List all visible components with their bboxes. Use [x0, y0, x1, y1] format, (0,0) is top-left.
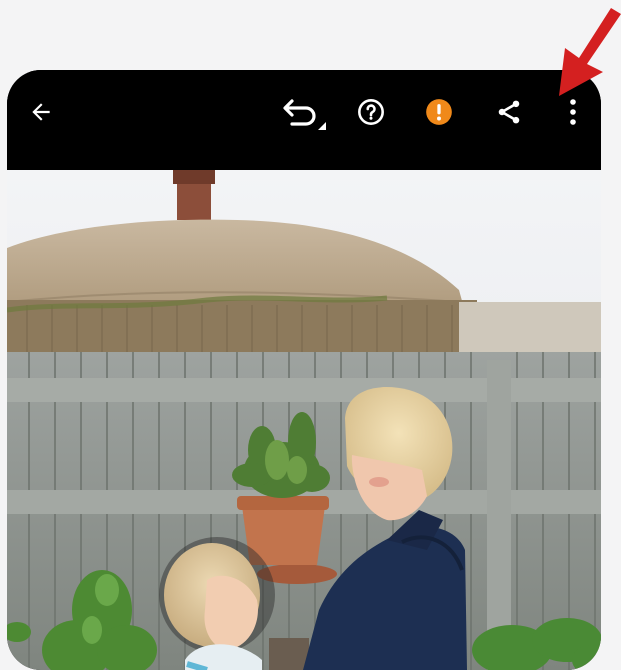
- undo-icon: [283, 99, 326, 130]
- warning-button[interactable]: [419, 92, 459, 132]
- warning-icon: [426, 99, 452, 125]
- top-toolbar: [7, 70, 601, 170]
- help-icon: [358, 99, 384, 125]
- phone-frame: [7, 70, 601, 670]
- share-icon: [498, 100, 520, 124]
- share-button[interactable]: [489, 92, 529, 132]
- back-button[interactable]: [21, 92, 61, 132]
- arrow-back-icon: [32, 103, 50, 121]
- more-vert-icon: [570, 99, 576, 125]
- undo-button[interactable]: [279, 90, 333, 140]
- help-button[interactable]: [351, 92, 391, 132]
- annotation-arrow-icon: [559, 8, 621, 96]
- photo-image: [7, 170, 601, 670]
